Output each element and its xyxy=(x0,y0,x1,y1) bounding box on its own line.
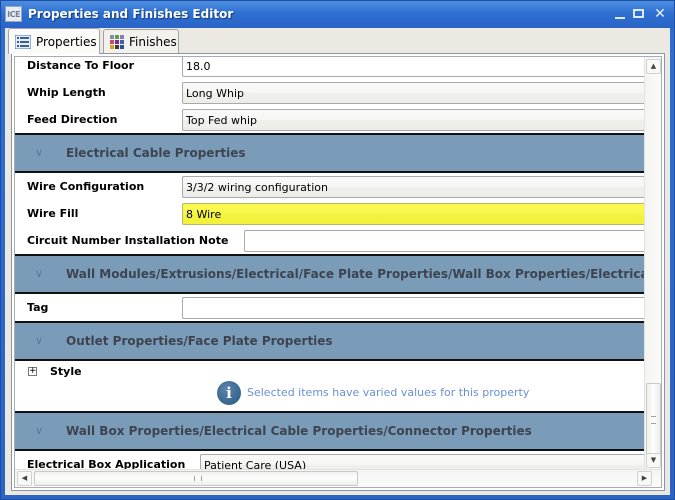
property-label: Circuit Number Installation Note xyxy=(27,234,229,247)
tab-finishes[interactable]: Finishes xyxy=(103,29,179,53)
properties-finishes-window: ICE Properties and Finishes Editor ✕ Pro… xyxy=(0,0,675,500)
property-row-tag: Tag xyxy=(15,294,649,321)
tab-properties-label: Properties xyxy=(36,34,97,49)
varied-values-message: Selected items have varied values for th… xyxy=(247,386,530,399)
scroll-up-arrow-icon[interactable]: ▲ xyxy=(646,59,661,74)
section-header-wall-modules[interactable]: ∨ Wall Modules/Extrusions/Electrical/Fac… xyxy=(15,254,661,294)
color-grid-icon xyxy=(110,34,124,49)
distance-to-floor-input[interactable]: 18.0 xyxy=(182,57,649,77)
circuit-number-note-input[interactable] xyxy=(244,230,649,252)
property-label: Feed Direction xyxy=(27,113,118,126)
properties-panel: Distance To Floor 18.0 Whip Length Long … xyxy=(11,53,665,491)
property-group-style: + Style i Selected items have varied val… xyxy=(15,361,645,411)
scroll-right-arrow-icon[interactable]: ▶ xyxy=(637,471,652,486)
property-label: Distance To Floor xyxy=(27,59,135,72)
property-label: Tag xyxy=(27,301,49,314)
property-row-distance-to-floor: Distance To Floor 18.0 xyxy=(15,57,649,79)
vertical-scroll-thumb[interactable] xyxy=(646,383,661,455)
horizontal-scrollbar[interactable]: ◀ ▶ xyxy=(15,469,661,487)
window-title: Properties and Finishes Editor xyxy=(28,7,234,21)
feed-direction-dropdown[interactable]: Top Fed whip xyxy=(182,109,649,131)
scroll-down-arrow-icon[interactable]: ▼ xyxy=(646,453,661,468)
expand-plus-icon[interactable]: + xyxy=(28,367,37,376)
property-label: Whip Length xyxy=(27,86,106,99)
chevron-down-icon[interactable]: ∨ xyxy=(35,334,43,347)
wire-fill-dropdown[interactable]: 8 Wire xyxy=(182,203,649,225)
tab-properties[interactable]: Properties xyxy=(8,28,100,54)
app-icon: ICE xyxy=(5,6,22,22)
section-title: Wall Modules/Extrusions/Electrical/Face … xyxy=(66,267,661,281)
section-title: Electrical Cable Properties xyxy=(66,146,246,160)
property-row-feed-direction: Feed Direction Top Fed whip xyxy=(15,106,649,133)
property-row-wire-configuration: Wire Configuration 3/3/2 wiring configur… xyxy=(15,173,649,200)
property-label: Wire Fill xyxy=(27,207,79,220)
list-icon xyxy=(14,34,32,49)
minimize-button[interactable] xyxy=(613,7,629,21)
style-group-label: Style xyxy=(50,365,82,378)
maximize-button[interactable] xyxy=(631,7,647,21)
title-bar[interactable]: ICE Properties and Finishes Editor ✕ xyxy=(1,1,674,28)
chevron-down-icon[interactable]: ∨ xyxy=(35,146,43,159)
property-row-wire-fill: Wire Fill 8 Wire xyxy=(15,200,649,227)
section-header-electrical-cable[interactable]: ∨ Electrical Cable Properties xyxy=(15,133,645,173)
section-title: Outlet Properties/Face Plate Properties xyxy=(66,334,333,348)
wire-configuration-dropdown[interactable]: 3/3/2 wiring configuration xyxy=(182,176,649,198)
property-row-circuit-number-note: Circuit Number Installation Note xyxy=(15,227,649,254)
scroll-left-arrow-icon[interactable]: ◀ xyxy=(17,471,32,486)
client-area: Properties Finishes Distance To Floor 18… xyxy=(5,28,670,495)
property-grid-content: Distance To Floor 18.0 Whip Length Long … xyxy=(15,57,661,478)
section-title: Wall Box Properties/Electrical Cable Pro… xyxy=(66,424,532,438)
close-button[interactable]: ✕ xyxy=(652,7,668,21)
horizontal-scroll-thumb[interactable] xyxy=(34,471,358,486)
section-header-outlet-properties[interactable]: ∨ Outlet Properties/Face Plate Propertie… xyxy=(15,321,645,361)
chevron-down-icon[interactable]: ∨ xyxy=(35,424,43,437)
property-grid: Distance To Floor 18.0 Whip Length Long … xyxy=(14,56,662,488)
vertical-scrollbar[interactable]: ▲ ▼ xyxy=(644,57,661,470)
whip-length-dropdown[interactable]: Long Whip xyxy=(182,82,649,104)
property-label: Wire Configuration xyxy=(27,180,145,193)
tag-input[interactable] xyxy=(182,297,649,319)
tab-finishes-label: Finishes xyxy=(129,34,177,49)
property-row-whip-length: Whip Length Long Whip xyxy=(15,79,649,106)
chevron-down-icon[interactable]: ∨ xyxy=(35,267,43,280)
section-header-wall-box-properties[interactable]: ∨ Wall Box Properties/Electrical Cable P… xyxy=(15,411,645,451)
info-icon: i xyxy=(217,381,241,405)
